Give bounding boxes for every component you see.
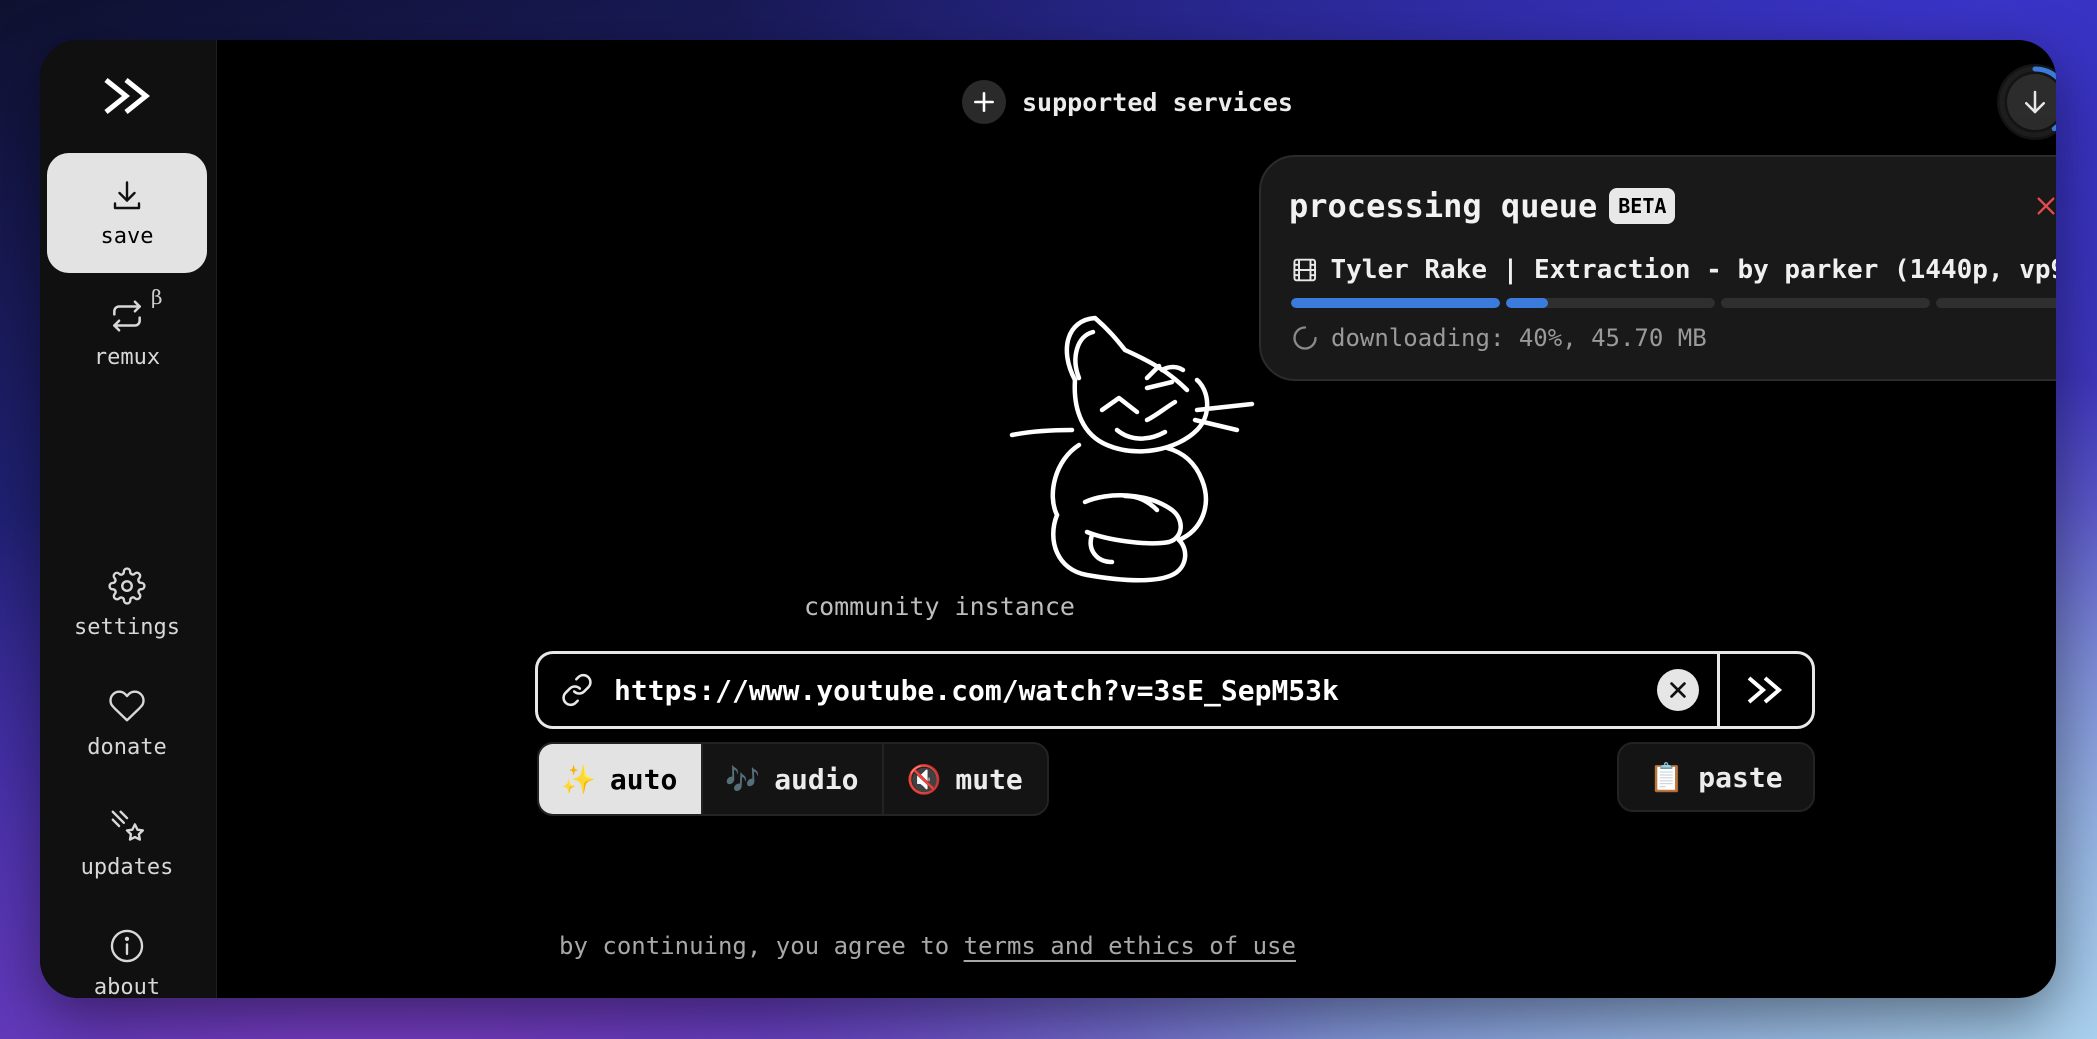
- sparkles-icon: ✨: [561, 762, 596, 796]
- sidebar-item-about[interactable]: about: [47, 903, 207, 998]
- processing-queue-popover: processing queue BETA clear Tyler Rake |…: [1259, 155, 2056, 381]
- clipboard-icon: 📋: [1649, 760, 1685, 794]
- sidebar-item-save[interactable]: save: [47, 153, 207, 273]
- instance-label: community instance: [804, 592, 1075, 621]
- paste-label: paste: [1698, 760, 1783, 794]
- queue-item-progress: [1291, 298, 2056, 308]
- url-input[interactable]: [614, 673, 1657, 707]
- processing-queue-button[interactable]: [1997, 64, 2056, 140]
- sparkle-star-icon: [111, 810, 145, 841]
- queue-item-filename: Tyler Rake | Extraction - by parker (144…: [1330, 255, 2056, 285]
- terms-notice: by continuing, you agree to terms and et…: [559, 932, 1296, 960]
- heart-icon: [109, 690, 145, 721]
- arrow-down-icon: [2025, 90, 2045, 114]
- progress-segment: [1721, 298, 1930, 308]
- sidebar-item-remux[interactable]: β remux: [47, 273, 207, 393]
- remux-beta-badge: β: [151, 285, 163, 309]
- sidebar: save β remux settings donate updates abo…: [40, 40, 217, 998]
- mode-audio-button[interactable]: 🎶 audio: [703, 744, 885, 814]
- queue-title: processing queue BETA: [1289, 187, 1676, 225]
- progress-segment: [1936, 298, 2056, 308]
- sidebar-item-label: remux: [93, 344, 161, 370]
- loading-spinner-icon: [1293, 326, 1317, 350]
- mode-mute-button[interactable]: 🔇 mute: [884, 744, 1046, 814]
- sidebar-item-label: save: [100, 223, 154, 249]
- queue-button-inner: [2007, 74, 2056, 130]
- plus-icon: [962, 80, 1006, 124]
- progress-segment: [1506, 298, 1715, 308]
- beta-badge: BETA: [1609, 188, 1676, 224]
- sidebar-item-settings[interactable]: settings: [47, 543, 207, 663]
- download-icon: [113, 180, 141, 209]
- supported-services-button[interactable]: supported services: [962, 79, 1293, 125]
- mode-auto-button[interactable]: ✨ auto: [539, 744, 704, 814]
- sidebar-item-label: updates: [80, 854, 174, 880]
- info-icon: [110, 929, 144, 962]
- clear-url-button[interactable]: [1657, 669, 1699, 711]
- sidebar-item-label: about: [93, 974, 161, 999]
- cat-mascot-illustration: [1009, 315, 1255, 583]
- double-chevron-right-icon: [1747, 676, 1783, 704]
- main-area: supported services community instance ht…: [217, 40, 2056, 998]
- app-window: save β remux settings donate updates abo…: [40, 40, 2056, 998]
- mode-label: mute: [955, 762, 1023, 796]
- repeat-icon: [113, 299, 141, 332]
- film-icon: [1293, 258, 1317, 282]
- download-submit-button[interactable]: [1717, 654, 1812, 726]
- supported-services-label: supported services: [1022, 87, 1293, 117]
- queue-clear-button[interactable]: clear: [2035, 191, 2056, 221]
- mode-label: auto: [609, 762, 678, 796]
- progress-segment: [1291, 298, 1500, 308]
- queue-item-status: downloading: 40%, 45.70 MB: [1291, 324, 1707, 352]
- sidebar-item-label: settings: [74, 614, 180, 640]
- close-icon: [1670, 682, 1686, 698]
- sidebar-item-label: donate: [87, 734, 167, 760]
- close-icon: [2037, 197, 2055, 215]
- mode-label: audio: [774, 762, 859, 796]
- terms-link[interactable]: terms and ethics of use: [964, 932, 1296, 960]
- paste-button[interactable]: 📋 paste: [1617, 742, 1815, 812]
- link-icon: [562, 673, 592, 707]
- queue-item: Tyler Rake | Extraction - by parker (144…: [1291, 255, 2056, 285]
- music-notes-icon: 🎶: [725, 762, 761, 796]
- cobalt-logo-icon[interactable]: [100, 74, 160, 118]
- gear-icon: [108, 566, 146, 605]
- download-mode-switcher: ✨ auto 🎶 audio 🔇 mute: [537, 742, 1049, 816]
- sidebar-item-donate[interactable]: donate: [47, 663, 207, 783]
- muted-speaker-icon: 🔇: [906, 762, 942, 796]
- sidebar-item-updates[interactable]: updates: [47, 783, 207, 903]
- url-input-box: [535, 651, 1815, 729]
